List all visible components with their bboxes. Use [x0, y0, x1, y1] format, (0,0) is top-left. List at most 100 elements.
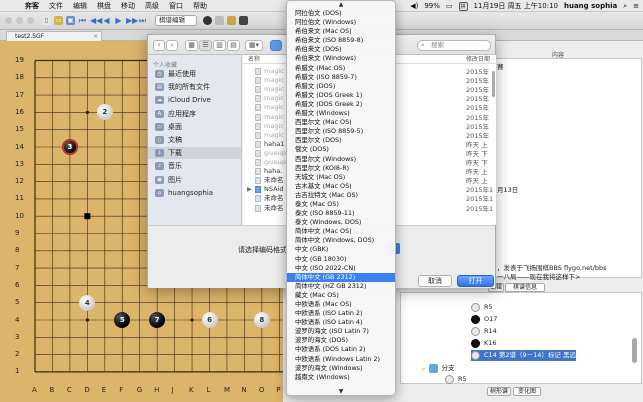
move-tree-row[interactable]: C14 第2谱（9－14）标记 黑远: [471, 350, 576, 361]
branch-move-row[interactable]: R5: [445, 374, 467, 385]
mode-select[interactable]: 棋谱编辑: [155, 15, 197, 26]
menubar-clock[interactable]: 11月19日 周五 上午10:10: [474, 1, 558, 11]
encoding-option[interactable]: 阿拉伯文 (DOS): [287, 9, 395, 18]
forward-ten-icon[interactable]: ▶▶: [126, 16, 138, 25]
tab-close-icon[interactable]: ×: [93, 32, 98, 41]
move-tree-row[interactable]: R5: [471, 302, 493, 313]
encoding-option[interactable]: 简体中文 (Mac OS): [287, 227, 395, 236]
encoding-option[interactable]: 波罗的海文 (ISO Latin 7): [287, 327, 395, 336]
location-folder-icon[interactable]: [270, 40, 282, 51]
menu-edit[interactable]: 编辑: [68, 1, 92, 11]
brush-tool-icon[interactable]: [227, 16, 236, 25]
encoding-option[interactable]: 古木基文 (Mac OS): [287, 182, 395, 191]
move-tree-row[interactable]: O17: [471, 314, 497, 325]
sidebar-item[interactable]: A 应用程序: [148, 108, 241, 120]
save-icon[interactable]: ▣: [66, 16, 75, 25]
forward-button[interactable]: ›: [166, 40, 178, 51]
sidebar-item[interactable]: ◷ 最近使用: [148, 68, 241, 80]
menubar-user[interactable]: huang sophia: [564, 2, 617, 10]
encoding-option[interactable]: 中欧语系 (Mac OS): [287, 300, 395, 309]
tree-scrollbar[interactable]: [632, 338, 637, 363]
column-view-button[interactable]: ▥: [213, 40, 226, 51]
cover-flow-button[interactable]: ▤: [227, 40, 240, 51]
menu-app-name[interactable]: 弈客: [20, 1, 44, 11]
sidebar-item[interactable]: ☁ iCloud Drive: [148, 94, 241, 106]
scroll-up-arrow-icon[interactable]: ▲: [287, 1, 395, 8]
white-stone[interactable]: 4: [79, 294, 96, 311]
encoding-option[interactable]: 中欧语系 (DOS Latin 2): [287, 345, 395, 354]
sidebar-item[interactable]: ▯ 文稿: [148, 134, 241, 146]
encoding-option[interactable]: 希腊文 (DOS Greek 2): [287, 100, 395, 109]
document-tab[interactable]: test2.SGF ×: [6, 31, 102, 41]
input-method-badge[interactable]: 拼: [458, 1, 468, 11]
close-window-button[interactable]: [5, 17, 12, 24]
menu-move[interactable]: 移动: [116, 1, 140, 11]
volume-icon[interactable]: ◀): [410, 2, 418, 10]
encoding-option[interactable]: 希伯来文 (ISO 8859-8): [287, 36, 395, 45]
icon-view-button[interactable]: ▦: [185, 40, 198, 51]
encoding-option[interactable]: 中文 (ISO 2022-CN): [287, 264, 395, 273]
encoding-option[interactable]: 泰文 (Mac OS): [287, 200, 395, 209]
encoding-option[interactable]: 泰文 (ISO 8859-11): [287, 209, 395, 218]
menu-window[interactable]: 窗口: [164, 1, 188, 11]
last-move-icon[interactable]: ⏭: [138, 16, 147, 26]
notification-center-icon[interactable]: ≡: [633, 2, 639, 10]
encoding-option[interactable]: 西里尔文 (ISO 8859-5): [287, 127, 395, 136]
open-button[interactable]: 打开: [457, 275, 494, 287]
zoom-window-button[interactable]: [27, 17, 34, 24]
encoding-option[interactable]: 西里尔文 (Windows): [287, 155, 395, 164]
mark-tool-icon[interactable]: [215, 16, 224, 25]
first-move-icon[interactable]: ⏮: [78, 16, 87, 26]
menu-board[interactable]: 棋盘: [92, 1, 116, 11]
sidebar-item[interactable]: ▭ 桌面: [148, 121, 241, 133]
encoding-option[interactable]: 希腊文 (ISO 8859-7): [287, 73, 395, 82]
menu-help[interactable]: 帮助: [188, 1, 212, 11]
file-list-scrollbar[interactable]: [492, 71, 495, 97]
move-tree-row[interactable]: K16: [471, 338, 497, 349]
minimize-window-button[interactable]: [16, 17, 23, 24]
encoding-option[interactable]: 希腊文 (Windows): [287, 109, 395, 118]
encoding-option[interactable]: 希伯来文 (Mac OS): [287, 27, 395, 36]
new-file-icon[interactable]: ▯: [42, 16, 51, 25]
sidebar-item[interactable]: ▤ 我的所有文件: [148, 81, 241, 93]
cancel-button[interactable]: 取消: [418, 275, 452, 287]
menu-advanced[interactable]: 高级: [140, 1, 164, 11]
encoding-option[interactable]: 泰文 (Windows, DOS): [287, 218, 395, 227]
disclosure-triangle-icon[interactable]: ▶: [247, 185, 252, 194]
encoding-option[interactable]: 阿拉伯文 (Windows): [287, 18, 395, 27]
arrange-button[interactable]: ▦▾: [245, 40, 263, 51]
encoding-option-selected[interactable]: 简体中文 (GB 2312): [287, 272, 395, 282]
scroll-down-arrow-icon[interactable]: ▼: [287, 388, 395, 395]
white-stone[interactable]: 6: [201, 312, 218, 328]
spotlight-icon[interactable]: ⌕: [623, 2, 627, 11]
encoding-option[interactable]: 俄文 (DOS): [287, 145, 395, 154]
encoding-option[interactable]: 中欧语系 (Windows Latin 2): [287, 355, 395, 364]
open-folder-icon[interactable]: ▭: [54, 16, 63, 25]
tab-variations[interactable]: 变化图: [513, 387, 541, 396]
branch-row[interactable]: ⌄ 分支: [421, 363, 455, 374]
encoding-option[interactable]: 希伯来文 (Windows): [287, 54, 395, 63]
tab-tree-view[interactable]: 树形谱: [487, 387, 511, 396]
encoding-option[interactable]: 中欧语系 (ISO Latin 4): [287, 318, 395, 327]
column-header-date[interactable]: 修改日期: [466, 54, 490, 63]
forward-one-icon[interactable]: ▶: [114, 16, 123, 25]
tab-game-info[interactable]: 棋谱信息: [505, 283, 545, 292]
encoding-option[interactable]: 中文 (GBK): [287, 245, 395, 254]
list-view-button[interactable]: ☰: [199, 40, 212, 51]
search-field[interactable]: ⌕ 搜索: [417, 40, 491, 51]
encoding-option[interactable]: 中欧语系 (ISO Latin 2): [287, 309, 395, 318]
encoding-option[interactable]: 中文 (GB 18030): [287, 255, 395, 264]
encoding-option[interactable]: 西里尔文 (KOI8-R): [287, 164, 395, 173]
sidebar-item[interactable]: ↓ 下载: [148, 147, 241, 160]
black-stone[interactable]: 3: [61, 139, 78, 155]
encoding-option[interactable]: 简体中文 (HZ GB 2312): [287, 282, 395, 291]
battery-icon[interactable]: ▭: [446, 2, 453, 10]
encoding-option[interactable]: 天城文 (Mac OS): [287, 173, 395, 182]
black-stone-tool-icon[interactable]: [203, 16, 212, 25]
encoding-option[interactable]: 希腊文 (DOS Greek 1): [287, 91, 395, 100]
encoding-option[interactable]: 越南文 (Windows): [287, 373, 395, 382]
encoding-option[interactable]: 波罗的海文 (Windows): [287, 364, 395, 373]
pen-tool-icon[interactable]: [239, 16, 248, 25]
move-tree-row[interactable]: R14: [471, 326, 497, 337]
sidebar-item[interactable]: ▣ 图片: [148, 174, 241, 186]
